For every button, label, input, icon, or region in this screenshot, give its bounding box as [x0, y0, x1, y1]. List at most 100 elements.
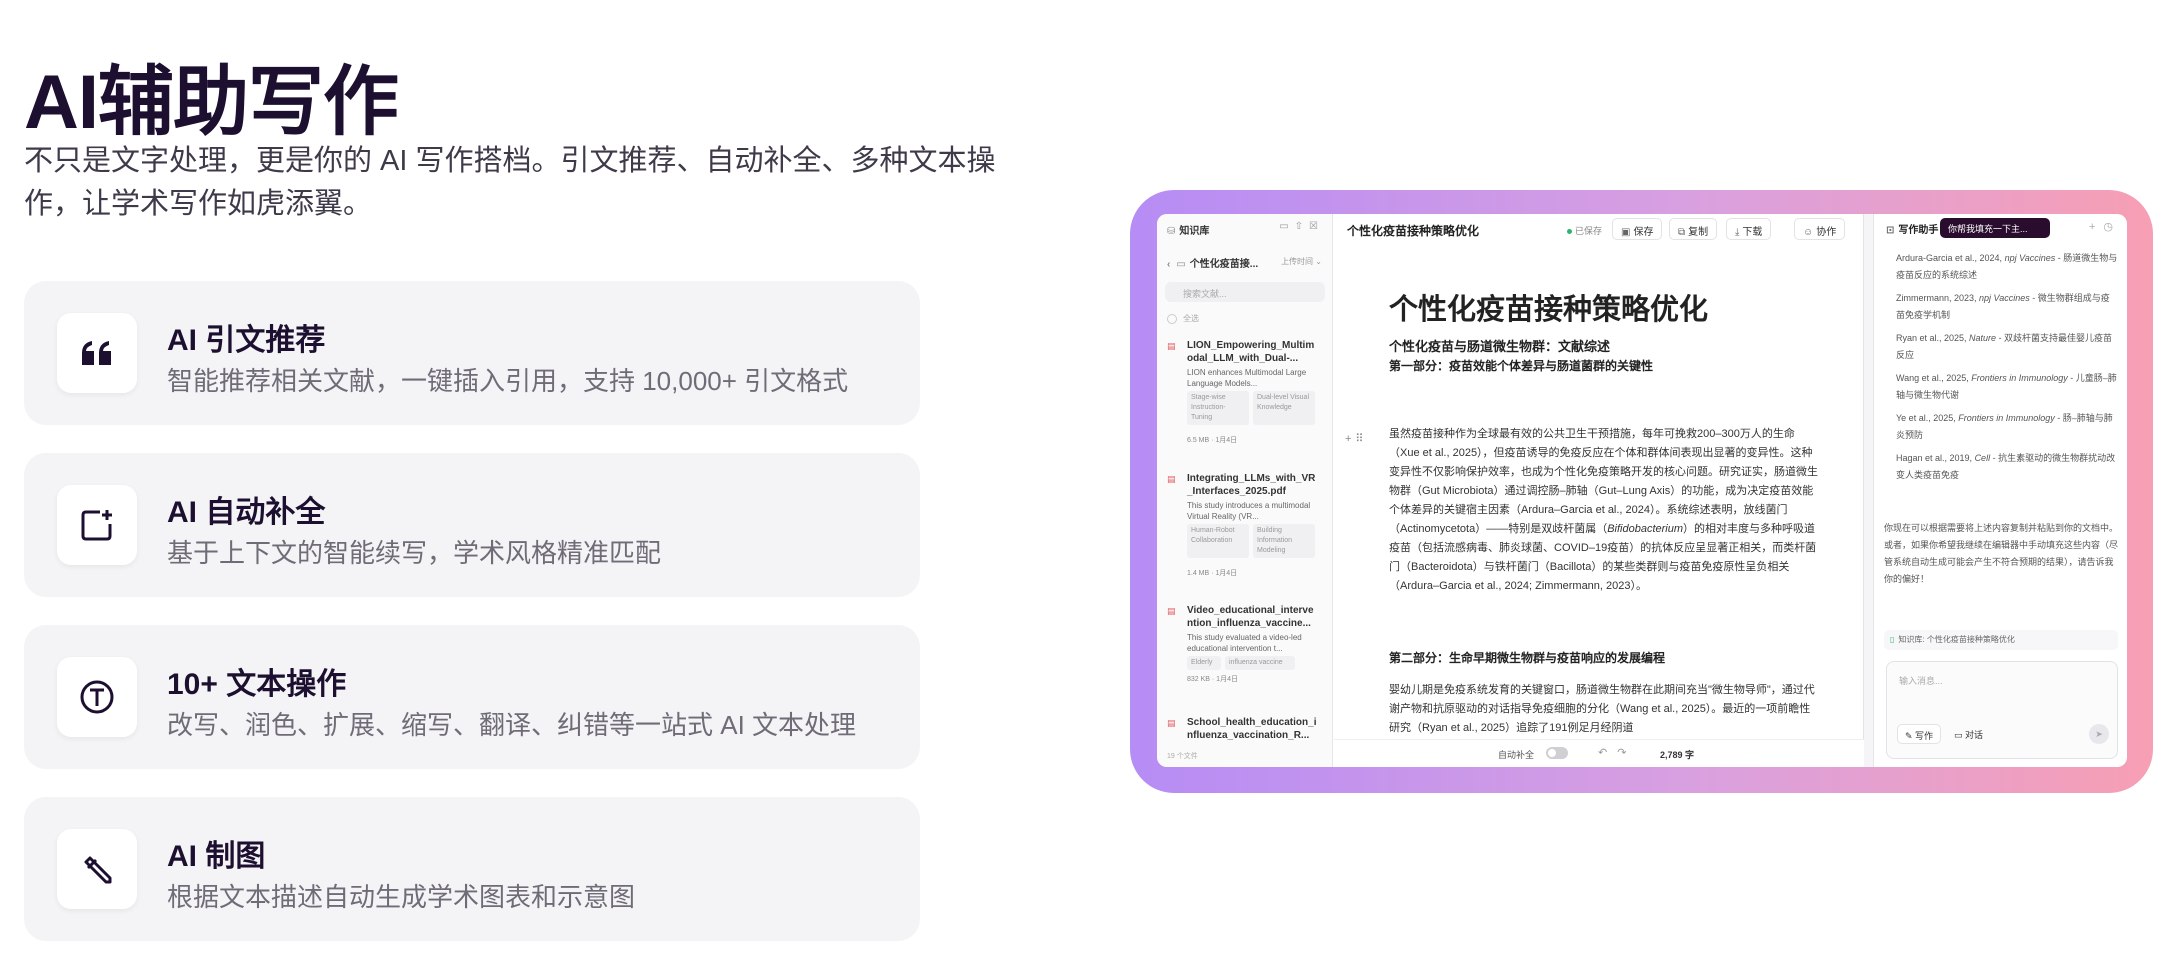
feature-card-autocomplete: AI 自动补全 基于上下文的智能续写，学术风格精准匹配 — [24, 453, 920, 597]
copy-button[interactable]: ⧉ 复制 — [1669, 218, 1718, 240]
doc-tags: Human-Robot Collaboration Building Infor… — [1187, 524, 1323, 558]
assistant-message: 你现在可以根据需要将上述内容复制并粘贴到你的文档中。或者，如果你希望我继续在编辑… — [1884, 523, 2119, 584]
feature-card-drawing: AI 制图 根据文本描述自动生成学术图表和示意图 — [24, 797, 920, 941]
doc-tag: Dual-level Visual Knowledge — [1253, 391, 1315, 425]
select-all[interactable]: 全选 — [1167, 313, 1199, 324]
folder-icon: ▭ — [1279, 221, 1295, 232]
save-button[interactable]: ▣ 保存 — [1612, 218, 1663, 240]
knowledge-base-panel: ⛁ 知识库 ▭⇧☒ ‹ ▭ 个性化疫苗接... 上传时间 ⌄ 搜索文献... 全选 ▤… — [1157, 214, 1333, 767]
doc-tag: Building Information Modeling — [1253, 524, 1315, 558]
reference-item: Ye et al., 2025, Frontiers in Immunology… — [1896, 413, 2113, 440]
app-window: ⛁ 知识库 ▭⇧☒ ‹ ▭ 个性化疫苗接... 上传时间 ⌄ 搜索文献... 全选 ▤… — [1157, 214, 2127, 767]
doc-tags: Elderly influenza vaccine — [1187, 656, 1323, 670]
assistant-icon: ⊡ — [1886, 225, 1895, 236]
editor-status-bar: 自动补全 ↶↷ 2,789 字 — [1334, 739, 1864, 767]
feature-desc: 基于上下文的智能续写，学术风格精准匹配 — [167, 538, 662, 568]
autocomplete-label: 自动补全 — [1498, 750, 1535, 760]
panel-divider[interactable] — [1864, 214, 1873, 767]
page-subtitle: 不只是文字处理，更是你的 AI 写作搭档。引文推荐、自动补全、多种文本操作，让学… — [24, 145, 996, 220]
feature-card-citation: AI 引文推荐 智能推荐相关文献，一键插入引用，支持 10,000+ 引文格式 — [24, 281, 920, 425]
saved-status: 已保存 — [1567, 224, 1602, 237]
doc-name: School_health_education_influenza_vaccin… — [1187, 717, 1317, 741]
doc-name: Integrating_LLMs_with_VR_Interfaces_2025… — [1187, 473, 1316, 497]
writing-assistant-panel: ⊡ 写作助手 你帮我填充一下主... +◷ Ardura-Garcia et al… — [1873, 214, 2127, 767]
folder-icon: ▭ — [1176, 259, 1186, 270]
text-circle-icon — [57, 657, 137, 737]
doc-paragraph[interactable]: 虽然疫苗接种作为全球最有效的公共卫生干预措施，每年可挽救200–300万人的生命… — [1389, 425, 1819, 596]
users-icon: ☺ — [1803, 227, 1814, 238]
doc-paragraph[interactable]: 婴幼儿期是免疫系统发育的关键窗口，肠道微生物群在此期间充当"微生物导师"，通过代… — [1389, 681, 1819, 738]
database-icon: ⛁ — [1167, 226, 1176, 237]
editor-panel: 个性化疫苗接种策略优化 已保存 ▣ 保存 ⧉ 复制 ⤓ 下载 ☺ 协作 +⠿ 个性化疫苗… — [1334, 214, 1864, 767]
assistant-actions[interactable]: +◷ — [2089, 220, 2121, 233]
add-to-page-icon — [57, 485, 137, 565]
upload-icon: ⇧ — [1294, 221, 1310, 232]
reference-item: Ardura-Garcia et al., 2024, npj Vaccines… — [1896, 253, 2118, 280]
doc-tags: Stage-wise Instruction-Tuning Dual-level… — [1187, 391, 1323, 425]
feature-title: AI 自动补全 — [167, 496, 326, 529]
block-handle-icon[interactable]: +⠿ — [1345, 432, 1367, 445]
kb-doc-item[interactable]: ▤ Integrating_LLMs_with_VR_Interfaces_20… — [1165, 472, 1325, 582]
feature-title: 10+ 文本操作 — [167, 668, 347, 701]
doc-summary: LION enhances Multimodal Large Language … — [1187, 368, 1307, 388]
message-placeholder: 输入消息... — [1899, 676, 1943, 686]
sort-dropdown[interactable]: 上传时间 ⌄ — [1281, 256, 1322, 267]
select-all-checkbox — [1167, 313, 1177, 324]
document-title: 个性化疫苗接种策略优化 — [1347, 224, 1480, 238]
download-button[interactable]: ⤓ 下载 — [1726, 218, 1772, 240]
pencil-icon: ✎ — [1905, 731, 1916, 741]
doc-tag: influenza vaccine — [1225, 656, 1295, 670]
kb-header-actions[interactable]: ▭⇧☒ — [1279, 221, 1324, 232]
conversation-tab[interactable]: 你帮我填充一下主... — [1940, 218, 2050, 238]
file-count: 19 个文件 — [1167, 753, 1198, 760]
close-icon: ☒ — [1309, 221, 1324, 232]
kb-doc-item[interactable]: ▤ School_health_education_influenza_vacc… — [1165, 716, 1325, 746]
pen-icon — [57, 829, 137, 909]
reference-item: Wang et al., 2025, Frontiers in Immunolo… — [1896, 373, 2117, 400]
autocomplete-toggle[interactable] — [1546, 747, 1568, 759]
feature-desc: 智能推荐相关文献，一键插入引用，支持 10,000+ 引文格式 — [167, 366, 849, 396]
reference-item: Ryan et al., 2025, Nature - 双歧杆菌支持最佳婴儿疫苗… — [1896, 333, 2113, 360]
message-input[interactable]: 输入消息... ✎ 写作 ▭ 对话 ➤ — [1886, 661, 2118, 759]
kb-reference-chip[interactable]: ▯ 知识库: 个性化疫苗接种策略优化 — [1884, 630, 2118, 650]
folder-selector[interactable]: ‹ ▭ 个性化疫苗接... — [1167, 255, 1258, 270]
send-icon[interactable]: ➤ — [2089, 724, 2109, 744]
page-title: AI辅助写作 — [24, 60, 399, 145]
doc-heading-2: 个性化疫苗与肠道微生物群：文献综述 — [1389, 339, 1611, 354]
pdf-icon: ▤ — [1167, 341, 1176, 351]
plus-icon: + — [2088, 221, 2104, 233]
kb-doc-item[interactable]: ▤ LION_Empowering_Multimodal_LLM_with_Du… — [1165, 339, 1325, 449]
copy-icon: ⧉ — [1678, 227, 1686, 238]
doc-heading-3: 第一部分：疫苗效能个体差异与肠道菌群的关键性 — [1389, 359, 1654, 373]
reference-item: Zimmermann, 2023, npj Vaccines - 微生物群组成与… — [1896, 293, 2110, 320]
kb-search-input[interactable]: 搜索文献... — [1165, 282, 1325, 302]
doc-meta: 6.5 MB · 1月4日 — [1187, 437, 1238, 444]
doc-name: LION_Empowering_Multimodal_LLM_with_Dual… — [1187, 340, 1315, 364]
doc-heading-3: 第二部分：生命早期微生物群与疫苗响应的发展编程 — [1389, 651, 1666, 665]
feature-desc: 改写、润色、扩展、缩写、翻译、纠错等一站式 AI 文本处理 — [167, 710, 857, 740]
save-icon: ▣ — [1621, 227, 1631, 238]
quote-icon — [57, 313, 137, 393]
feature-title: AI 制图 — [167, 840, 266, 873]
undo-redo-icons[interactable]: ↶↷ — [1598, 746, 1636, 759]
feature-card-text-ops: 10+ 文本操作 改写、润色、扩展、缩写、翻译、纠错等一站式 AI 文本处理 — [24, 625, 920, 769]
book-icon: ▯ — [1890, 635, 1895, 644]
history-icon: ◷ — [2103, 221, 2121, 233]
pdf-icon: ▤ — [1167, 606, 1176, 616]
word-count: 2,789 字 — [1660, 750, 1695, 760]
doc-summary: This study introduces a multimodal Virtu… — [1187, 501, 1311, 521]
kb-header: ⛁ 知识库 — [1167, 226, 1210, 237]
reference-item: Hagan et al., 2019, Cell - 抗生素驱动的微生物群扰动改… — [1896, 453, 2116, 480]
mode-chat-button[interactable]: ▭ 对话 — [1947, 724, 1990, 744]
doc-tag: Stage-wise Instruction-Tuning — [1187, 391, 1249, 425]
doc-meta: 832 KB · 1月4日 — [1187, 676, 1238, 683]
pdf-icon: ▤ — [1167, 718, 1176, 728]
kb-doc-item[interactable]: ▤ Video_educational_intervention_influen… — [1165, 604, 1325, 694]
chat-icon: ▭ — [1954, 730, 1966, 740]
pdf-icon: ▤ — [1167, 474, 1176, 484]
feature-title: AI 引文推荐 — [167, 324, 326, 357]
doc-tag: Elderly — [1187, 656, 1221, 670]
doc-heading-1: 个性化疫苗接种策略优化 — [1389, 294, 1709, 326]
mode-write-button[interactable]: ✎ 写作 — [1897, 724, 1942, 744]
collab-button[interactable]: ☺ 协作 — [1794, 218, 1846, 240]
